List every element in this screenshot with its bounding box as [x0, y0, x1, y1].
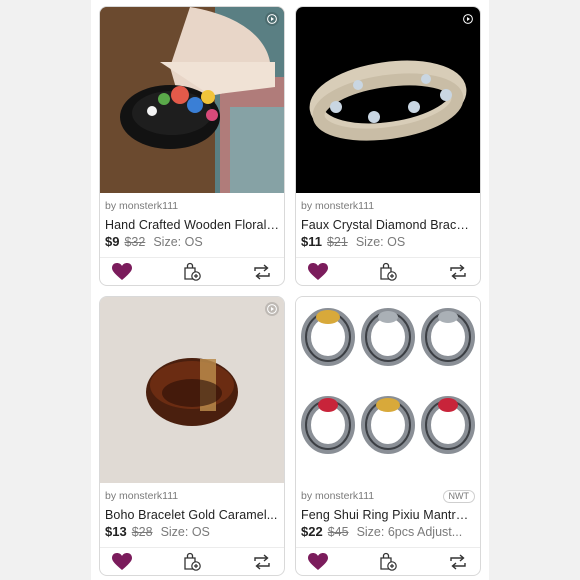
listing-card[interactable]: by monsterk111 NWT Feng Shui Ring Pixiu …	[295, 296, 481, 576]
listing-size: Size: 6pcs Adjust...	[356, 525, 463, 539]
listing-title[interactable]: Feng Shui Ring Pixiu Mantra Ri...	[301, 508, 475, 522]
listing-price: $13	[105, 524, 127, 539]
original-price: $45	[327, 525, 349, 539]
play-video-icon[interactable]	[461, 12, 475, 26]
listing-title[interactable]: Boho Bracelet Gold Caramel...	[105, 508, 279, 522]
original-price: $28	[131, 525, 153, 539]
like-heart-icon[interactable]	[110, 551, 134, 573]
listing-price: $22	[301, 524, 323, 539]
listing-image[interactable]	[296, 7, 480, 193]
listing-size: Size: OS	[160, 525, 210, 539]
add-to-bundle-icon[interactable]	[376, 551, 400, 573]
share-icon[interactable]	[250, 551, 274, 573]
seller-name[interactable]: by monsterk111	[105, 200, 178, 212]
listing-title[interactable]: Hand Crafted Wooden Floral B...	[105, 218, 279, 232]
listing-title[interactable]: Faux Crystal Diamond Bracelet	[301, 218, 475, 232]
share-icon[interactable]	[446, 261, 470, 283]
original-price: $21	[326, 235, 348, 249]
listing-grid: by monsterk111 Hand Crafted Wooden Flora…	[99, 6, 481, 576]
seller-name[interactable]: by monsterk111	[301, 490, 374, 502]
add-to-bundle-icon[interactable]	[376, 261, 400, 283]
listing-image[interactable]	[100, 297, 284, 483]
seller-name[interactable]: by monsterk111	[105, 490, 178, 502]
listing-price: $9	[105, 234, 120, 249]
original-price: $32	[124, 235, 146, 249]
share-icon[interactable]	[250, 261, 274, 283]
play-video-icon[interactable]	[265, 302, 279, 316]
share-icon[interactable]	[446, 551, 470, 573]
listing-card[interactable]: by monsterk111 Hand Crafted Wooden Flora…	[99, 6, 285, 286]
seller-name[interactable]: by monsterk111	[301, 200, 374, 212]
play-video-icon[interactable]	[265, 12, 279, 26]
listing-size: Size: OS	[355, 235, 406, 249]
listing-grid-screen: by monsterk111 Hand Crafted Wooden Flora…	[91, 0, 489, 580]
listing-card[interactable]: by monsterk111 Faux Crystal Diamond Brac…	[295, 6, 481, 286]
listing-price: $11	[301, 234, 322, 249]
listing-card[interactable]: by monsterk111 Boho Bracelet Gold Carame…	[99, 296, 285, 576]
add-to-bundle-icon[interactable]	[180, 261, 204, 283]
listing-image[interactable]	[296, 297, 480, 483]
add-to-bundle-icon[interactable]	[180, 551, 204, 573]
listing-size: Size: OS	[153, 235, 203, 249]
like-heart-icon[interactable]	[110, 261, 134, 283]
like-heart-icon[interactable]	[306, 261, 330, 283]
nwt-badge: NWT	[442, 489, 475, 503]
like-heart-icon[interactable]	[306, 551, 330, 573]
listing-image[interactable]	[100, 7, 284, 193]
